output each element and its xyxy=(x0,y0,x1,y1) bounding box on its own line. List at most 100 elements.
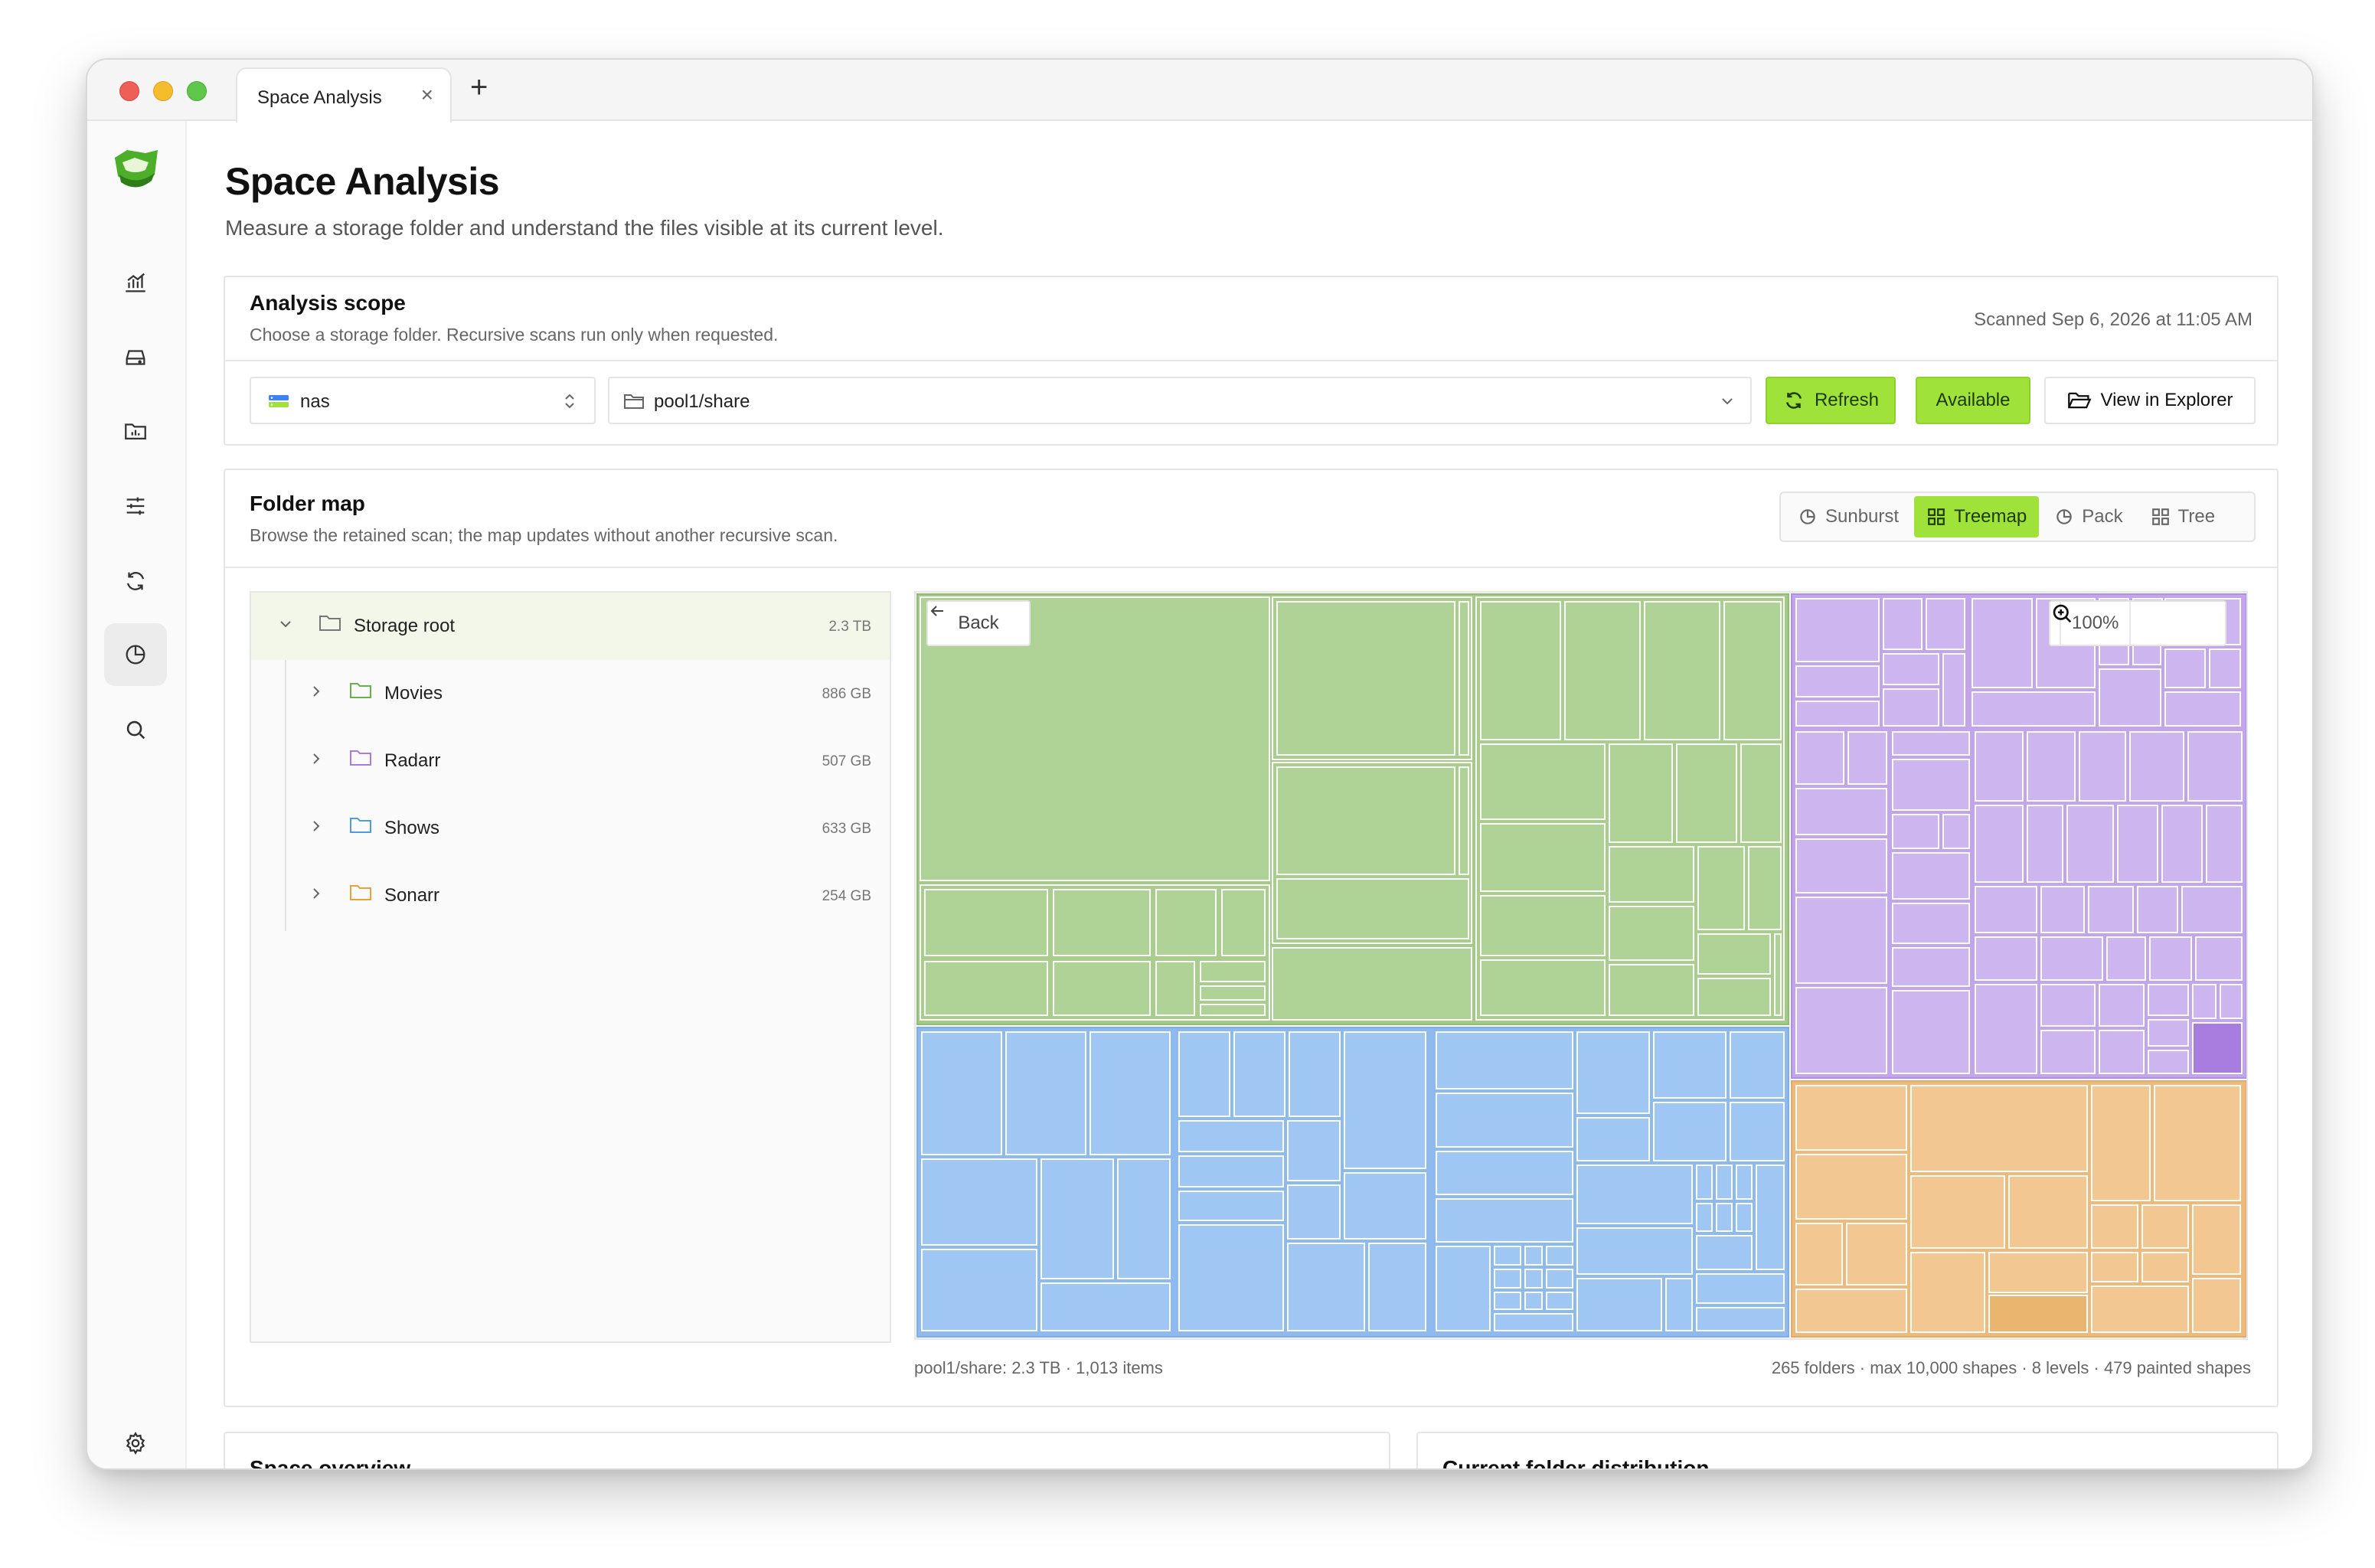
treemap-cell[interactable] xyxy=(1524,1292,1543,1310)
treemap-cell[interactable] xyxy=(1697,933,1771,975)
treemap-cell[interactable] xyxy=(1221,889,1266,956)
treemap-cell[interactable] xyxy=(1697,846,1745,930)
treemap-cell[interactable] xyxy=(1910,1085,2088,1172)
treemap-cell[interactable] xyxy=(2106,936,2146,981)
treemap-cell[interactable] xyxy=(1436,1198,1573,1243)
treemap-cell[interactable] xyxy=(1716,1165,1733,1200)
treemap-cell[interactable] xyxy=(1609,846,1694,903)
treemap-cell[interactable] xyxy=(1892,947,1970,987)
treemap-cell[interactable] xyxy=(1696,1235,1753,1270)
back-button[interactable]: Back xyxy=(926,600,1031,646)
treemap-cell[interactable] xyxy=(2040,936,2103,981)
treemap-cell[interactable] xyxy=(1910,1175,2005,1249)
sidebar-item-settings-sliders[interactable] xyxy=(104,475,167,537)
sidebar-item-analytics[interactable] xyxy=(104,251,167,314)
treemap-cell[interactable] xyxy=(1480,959,1606,1016)
treemap-cell[interactable] xyxy=(1494,1292,1521,1310)
treemap[interactable]: Back 100% xyxy=(914,591,2248,1340)
treemap-cell[interactable] xyxy=(1276,878,1469,939)
tab-space-analysis[interactable]: Space Analysis × xyxy=(236,67,452,122)
treemap-cell[interactable] xyxy=(1975,936,2037,981)
treemap-cell[interactable] xyxy=(1609,743,1673,843)
treemap-cell[interactable] xyxy=(1089,1031,1171,1155)
treemap-cell[interactable] xyxy=(921,1249,1037,1331)
treemap-cell[interactable] xyxy=(1436,1246,1491,1331)
treemap-cell[interactable] xyxy=(1200,961,1266,982)
tree-row-radarr[interactable]: Radarr 507 GB xyxy=(251,727,890,795)
treemap-cell[interactable] xyxy=(2149,936,2192,981)
chevron-down-icon[interactable] xyxy=(277,616,294,632)
treemap-cell[interactable] xyxy=(2099,984,2145,1027)
treemap-cell[interactable] xyxy=(1576,1278,1662,1331)
treemap-cell[interactable] xyxy=(1287,1184,1341,1240)
treemap-cell[interactable] xyxy=(1480,601,1561,740)
new-tab-button[interactable]: + xyxy=(470,70,488,105)
treemap-cell[interactable] xyxy=(1524,1246,1543,1266)
treemap-cell[interactable] xyxy=(924,961,1048,1016)
treemap-cell[interactable] xyxy=(1795,731,1844,785)
treemap-cell[interactable] xyxy=(924,889,1048,956)
treemap-cell[interactable] xyxy=(1696,1203,1713,1232)
treemap-cell[interactable] xyxy=(1730,1031,1785,1099)
treemap-cell[interactable] xyxy=(2099,668,2161,727)
treemap-cell[interactable] xyxy=(1697,978,1771,1016)
treemap-region-sonarr[interactable] xyxy=(1791,1080,2246,1338)
treemap-cell[interactable] xyxy=(1716,1203,1733,1232)
treemap-cell[interactable] xyxy=(1972,691,2096,727)
treemap-cell[interactable] xyxy=(1795,788,1887,835)
treemap-cell[interactable] xyxy=(1564,601,1641,740)
treemap-region-radarr[interactable] xyxy=(1791,593,2246,1079)
folder-select[interactable]: pool1/share xyxy=(608,377,1752,424)
treemap-cell[interactable] xyxy=(1368,1243,1426,1331)
treemap-cell[interactable] xyxy=(1696,1165,1713,1200)
tree-row-storage-root[interactable]: Storage root 2.3 TB xyxy=(251,593,890,660)
tree-row-shows[interactable]: Shows 633 GB xyxy=(251,795,890,862)
treemap-cell[interactable] xyxy=(1795,897,1887,984)
treemap-cell[interactable] xyxy=(1972,598,2033,688)
treemap-cell[interactable] xyxy=(1053,961,1151,1016)
tree-row-sonarr[interactable]: Sonarr 254 GB xyxy=(251,862,890,929)
treemap-cell[interactable] xyxy=(1155,961,1195,1016)
treemap-cell[interactable] xyxy=(1653,1102,1727,1161)
chevron-right-icon[interactable] xyxy=(308,818,325,835)
treemap-cell[interactable] xyxy=(1344,1172,1426,1240)
treemap-cell[interactable] xyxy=(1942,814,1970,849)
app-logo-icon[interactable] xyxy=(112,147,161,190)
treemap-cell[interactable] xyxy=(2088,886,2134,933)
treemap-cell[interactable] xyxy=(1696,1307,1785,1331)
treemap-cell[interactable] xyxy=(1795,1223,1843,1285)
treemap-cell[interactable] xyxy=(1040,1282,1171,1331)
sidebar-item-space-analysis[interactable] xyxy=(104,623,167,686)
treemap-region-shows[interactable] xyxy=(916,1027,1789,1338)
treemap-cell[interactable] xyxy=(1287,1120,1341,1181)
treemap-cell[interactable] xyxy=(1344,1031,1426,1169)
treemap-cell[interactable] xyxy=(2008,1175,2088,1249)
treemap-cell[interactable] xyxy=(1546,1292,1573,1310)
treemap-cell[interactable] xyxy=(1480,823,1606,892)
treemap-cell[interactable] xyxy=(1975,886,2037,933)
treemap-cell[interactable] xyxy=(1975,805,2024,883)
zoom-in-icon[interactable] xyxy=(2050,602,2073,625)
treemap-cell[interactable] xyxy=(2220,984,2243,1019)
treemap-cell[interactable] xyxy=(2137,886,2178,933)
treemap-cell[interactable] xyxy=(1576,1117,1650,1161)
treemap-cell[interactable] xyxy=(1883,688,1939,727)
view-pack-button[interactable]: Pack xyxy=(2042,496,2135,537)
treemap-cell[interactable] xyxy=(1892,852,1970,900)
refresh-button[interactable]: Refresh xyxy=(1766,377,1896,424)
treemap-cell[interactable] xyxy=(1975,984,2037,1074)
treemap-cell[interactable] xyxy=(1653,1031,1727,1099)
treemap-cell[interactable] xyxy=(1740,743,1782,843)
treemap-cell[interactable] xyxy=(2164,648,2206,688)
treemap-cell[interactable] xyxy=(1795,665,1880,697)
treemap-cell[interactable] xyxy=(2192,984,2217,1019)
treemap-cell[interactable] xyxy=(1178,1155,1284,1187)
sidebar-item-folders[interactable] xyxy=(104,400,167,462)
tree-row-movies[interactable]: Movies 886 GB xyxy=(251,660,890,727)
treemap-cell[interactable] xyxy=(2192,1022,2243,1074)
treemap-cell[interactable] xyxy=(1178,1120,1284,1152)
treemap-cell[interactable] xyxy=(2164,691,2241,727)
treemap-cell[interactable] xyxy=(2091,1204,2138,1249)
treemap-cell[interactable] xyxy=(1756,1165,1785,1270)
treemap-cell[interactable] xyxy=(1117,1158,1171,1279)
